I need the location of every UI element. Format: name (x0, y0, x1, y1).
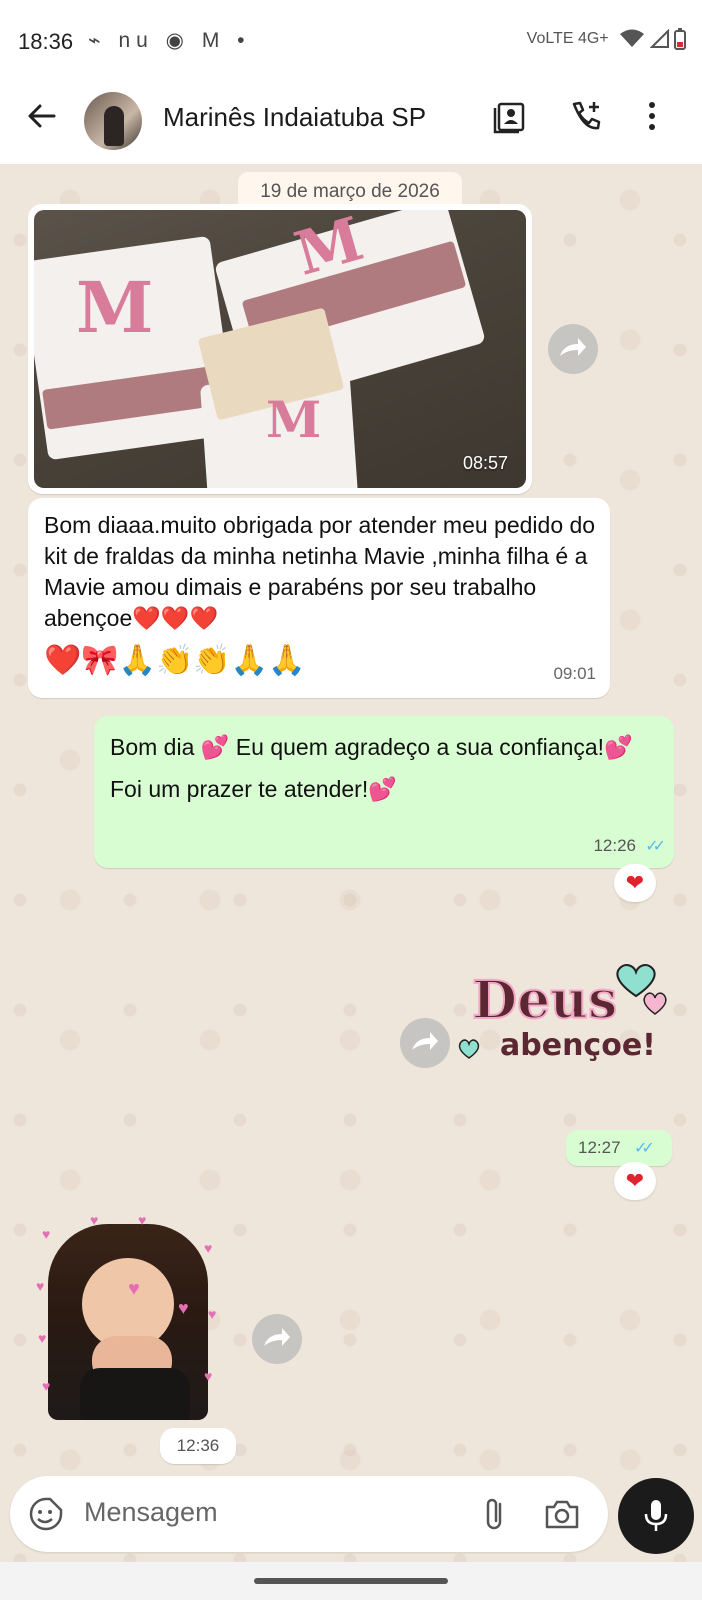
heart-deco-icon: ♥ (128, 1278, 140, 1300)
sticker-deus-title: Deus (471, 969, 618, 1032)
heart-deco-icon: ♥ (42, 1226, 51, 1242)
sticker-icon[interactable] (28, 1496, 64, 1532)
heart-deco-icon: ♥ (138, 1212, 147, 1228)
incoming-message[interactable]: Bom diaaa.muito obrigada por atender meu… (28, 498, 610, 698)
more-options-icon[interactable] (642, 98, 678, 134)
outgoing-line-2: Foi um prazer te atender!💕 (110, 776, 397, 802)
heart-deco-icon: ♥ (204, 1368, 213, 1384)
cell-signal-icon (649, 28, 669, 48)
outgoing-message-text: Bom dia 💕 Eu quem agradeço a sua confian… (110, 726, 650, 810)
battery-icon (674, 28, 686, 50)
incoming-message-text: Bom diaaa.muito obrigada por atender meu… (44, 512, 596, 631)
image-message[interactable]: M M M 08:57 (28, 204, 532, 494)
photo-letter-m-bottom: M (266, 390, 322, 449)
camera-icon[interactable] (544, 1498, 580, 1530)
outgoing-message[interactable]: Bom dia 💕 Eu quem agradeço a sua confian… (94, 716, 674, 868)
sticker-girl-time: 12:36 (160, 1428, 236, 1464)
heart-deco-icon: ♥ (36, 1278, 45, 1294)
pink-heart-icon (643, 992, 667, 1015)
chat-header: Marinês Indaiatuba SP (0, 86, 702, 164)
reaction-heart-1[interactable]: ❤ (614, 864, 656, 902)
voice-record-button[interactable] (618, 1478, 694, 1554)
read-receipt-icon: ✓✓ (634, 1140, 655, 1157)
add-call-icon[interactable] (568, 98, 604, 134)
notification-icons: ⌁ nu ◉ M • (88, 29, 251, 52)
photo-letter-m-left: M (76, 266, 154, 349)
message-composer[interactable]: Mensagem (10, 1476, 608, 1552)
home-gesture-pill[interactable] (254, 1578, 448, 1584)
reaction-heart-2[interactable]: ❤ (614, 1162, 656, 1200)
contact-avatar[interactable] (84, 92, 142, 150)
heart-deco-icon: ♥ (178, 1298, 189, 1318)
forward-button-sticker-2[interactable] (252, 1314, 302, 1364)
heart-deco-icon: ♥ (90, 1212, 99, 1228)
heart-deco-icon: ♥ (38, 1330, 47, 1346)
forward-icon (412, 1032, 438, 1050)
signal-indicators: VoLTE 4G+ (527, 28, 686, 50)
forward-icon (560, 338, 586, 356)
read-receipt-icon: ✓✓ (645, 838, 666, 855)
sticker-deus-time: 12:27 (578, 1138, 621, 1157)
network-label: VoLTE 4G+ (526, 30, 609, 48)
message-input[interactable]: Mensagem (84, 1497, 218, 1528)
image-time: 08:57 (462, 453, 508, 473)
outgoing-line-1: Bom dia 💕 Eu quem agradeço a sua confian… (110, 734, 633, 760)
attach-icon[interactable] (480, 1496, 508, 1532)
forward-button-sticker-1[interactable] (400, 1018, 450, 1068)
heart-deco-icon: ♥ (204, 1240, 213, 1256)
avatar-figure (104, 106, 124, 146)
sticker-deus-abencoe[interactable]: Deus abençoe! (458, 960, 680, 1080)
sticker-deus-time-chip: 12:27 ✓✓ (566, 1130, 672, 1166)
contact-card-icon[interactable] (492, 98, 528, 134)
forward-button-image[interactable] (548, 324, 598, 374)
incoming-message-time: 09:01 (553, 664, 596, 683)
incoming-emoji-line: ❤️🎀🙏👏👏🙏🙏 (44, 644, 306, 677)
wifi-icon (620, 29, 645, 47)
sticker-deus-subtitle: abençoe! (500, 1028, 656, 1063)
photo-baby-diapers[interactable]: M M M 08:57 (34, 210, 526, 488)
back-arrow-icon[interactable] (22, 96, 62, 136)
small-teal-heart-icon (458, 1039, 480, 1059)
microphone-icon (644, 1500, 668, 1531)
status-bar: 18:36 ⌁ nu ◉ M • VoLTE 4G+ (0, 0, 702, 86)
sticker-girl-shirt (80, 1368, 190, 1420)
outgoing-message-time: 12:26 (593, 836, 636, 855)
contact-name[interactable]: Marinês Indaiatuba SP (163, 102, 426, 133)
status-time: 18:36 (18, 29, 74, 54)
system-nav-bar (0, 1562, 702, 1600)
sticker-girl-kiss[interactable]: ♥ ♥ ♥ ♥ ♥ ♥ ♥ ♥ ♥ ♥ ♥ (36, 1212, 226, 1426)
forward-icon (264, 1328, 290, 1346)
heart-deco-icon: ♥ (208, 1306, 217, 1322)
heart-deco-icon: ♥ (42, 1378, 51, 1394)
